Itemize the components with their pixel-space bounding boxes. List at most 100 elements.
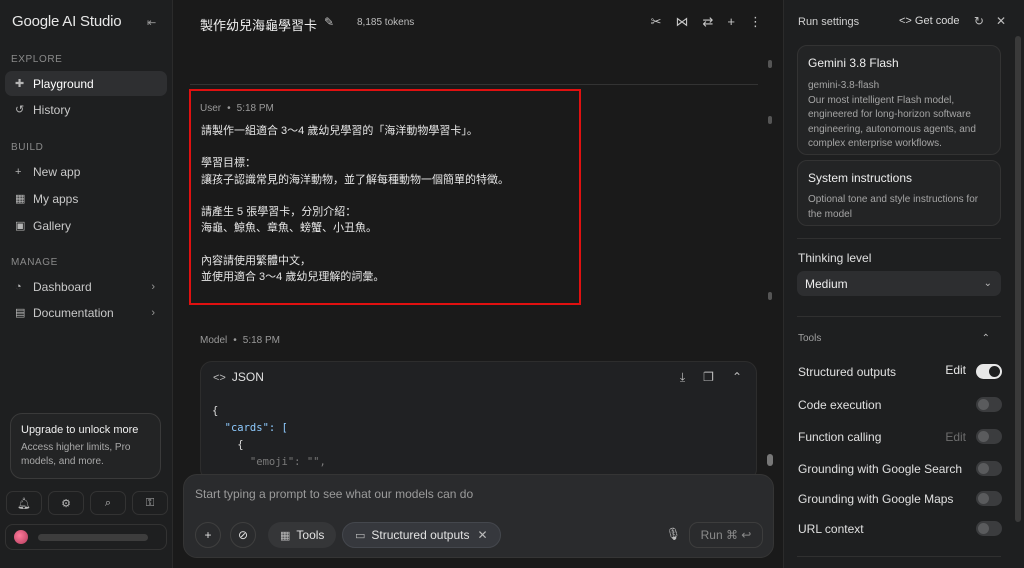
tool-row-code-execution: Code execution	[798, 396, 1002, 414]
conversation-scrollbar[interactable]	[768, 60, 772, 470]
gallery-icon: ▣	[15, 220, 26, 232]
compress-icon[interactable]: ⇄	[703, 14, 714, 30]
upgrade-description: Access higher limits, Pro models, and mo…	[21, 442, 131, 467]
compare-icon[interactable]: ✂	[651, 14, 662, 30]
more-vert-icon[interactable]: ⋮	[749, 14, 762, 30]
account-switcher[interactable]	[5, 524, 167, 550]
share-icon[interactable]: ⋈	[676, 14, 689, 30]
sidebar-item-documentation[interactable]: ▤ Documentation ›	[5, 300, 167, 325]
edit-link[interactable]: Edit	[945, 430, 966, 444]
model-description: gemini-3.8-flash Our most intelligent Fl…	[808, 79, 990, 152]
sidebar-item-new-app[interactable]: + New app	[5, 159, 167, 184]
code-block-actions: ⤓ ❐ ⌃	[680, 370, 742, 385]
code-line: "emoji": "",	[212, 456, 326, 468]
panel-actions: ↻ ✕	[974, 14, 1006, 28]
tool-row-grounding-maps: Grounding with Google Maps	[798, 490, 1002, 508]
sidebar-item-dashboard[interactable]: ◔ Dashboard ›	[5, 274, 167, 299]
tools-label: Tools	[296, 528, 325, 542]
sidebar-item-my-apps[interactable]: ▦ My apps	[5, 186, 167, 211]
download-icon[interactable]: ⤓	[680, 370, 685, 385]
upgrade-card[interactable]: Upgrade to unlock more Access higher lim…	[10, 413, 161, 479]
top-actions: ✂ ⋈ ⇄ + ⋮	[651, 14, 762, 30]
reset-icon[interactable]: ↻	[974, 14, 984, 28]
tools-section-header[interactable]: Tools	[798, 333, 821, 344]
tool-label: Code execution	[798, 398, 882, 412]
sidebar-item-label: New app	[33, 164, 81, 179]
chevron-down-icon: ⌄	[983, 278, 992, 289]
code-line: {	[212, 405, 219, 417]
model-selector-card[interactable]: Gemini 3.8 Flash gemini-3.8-flash Our mo…	[797, 45, 1001, 155]
avatar	[14, 530, 28, 544]
grounding-maps-toggle[interactable]	[976, 491, 1002, 506]
notifications-icon[interactable]: 🔔︎	[6, 491, 42, 515]
run-settings-panel: Run settings <> Get code ↻ ✕ Gemini 3.8 …	[783, 0, 1024, 568]
dashboard-icon: ◔	[15, 280, 22, 293]
sidebar-item-gallery[interactable]: ▣ Gallery	[5, 213, 167, 238]
role-label: Model	[200, 335, 228, 346]
grounding-search-toggle[interactable]	[976, 461, 1002, 476]
code-execution-toggle[interactable]	[976, 397, 1002, 412]
chevron-up-icon[interactable]: ⌃	[732, 370, 742, 385]
search-icon[interactable]: ⌕	[90, 491, 126, 515]
api-key-icon[interactable]: ⚿	[132, 491, 168, 515]
sidebar-item-label: My apps	[33, 191, 79, 206]
sidebar-item-label: Gallery	[33, 218, 72, 233]
chevron-up-icon[interactable]: ⌃	[982, 333, 990, 344]
chevron-right-icon: ›	[151, 280, 155, 293]
microphone-icon[interactable]: 🎙︎	[666, 527, 681, 541]
collapse-sidebar-icon[interactable]: ⇤	[147, 16, 156, 29]
code-icon: <>	[213, 372, 226, 384]
apps-icon: ▦	[15, 193, 26, 205]
hide-thoughts-icon[interactable]: ⊘	[230, 522, 256, 548]
tools-grid-icon: ▦	[280, 529, 291, 542]
page-title[interactable]: 製作幼兒海龜學習卡	[200, 15, 317, 34]
tool-label: URL context	[798, 522, 864, 536]
sidebar-item-label: Documentation	[33, 305, 114, 320]
system-instructions-desc: Optional tone and style instructions for…	[808, 194, 979, 220]
thinking-level-value: Medium	[805, 276, 848, 291]
get-code-button[interactable]: <> Get code	[899, 15, 960, 27]
panel-scrollbar[interactable]	[1015, 36, 1021, 522]
plus-icon: +	[15, 165, 22, 178]
new-chat-plus-icon[interactable]: +	[727, 14, 735, 30]
url-context-toggle[interactable]	[976, 521, 1002, 536]
scroll-thumb[interactable]	[767, 454, 773, 466]
system-instructions-card[interactable]: System instructions Optional tone and st…	[797, 160, 1001, 226]
left-sidebar: Google AI Studio ⇤ EXPLORE ✚ Playground …	[0, 0, 173, 568]
code-content: { "cards": [ { "emoji": "",	[212, 403, 326, 471]
tool-label: Grounding with Google Maps	[798, 492, 954, 506]
chip-label: Structured outputs	[371, 528, 470, 542]
structured-outputs-toggle[interactable]	[976, 364, 1002, 379]
chevron-right-icon: ›	[151, 306, 155, 319]
sidebar-item-label: History	[33, 102, 71, 117]
sidebar-utility-bar: 🔔︎ ⚙ ⌕ ⚿	[6, 491, 168, 515]
divider	[797, 556, 1001, 557]
history-icon: ↺	[15, 104, 25, 116]
structured-outputs-chip[interactable]: ▭ Structured outputs ✕	[342, 522, 501, 548]
add-media-plus-icon[interactable]: +	[195, 522, 221, 548]
close-chip-icon[interactable]: ✕	[477, 528, 487, 542]
app-logo[interactable]: Google AI Studio	[12, 13, 122, 30]
sidebar-item-playground[interactable]: ✚ Playground	[5, 71, 167, 96]
thinking-level-select[interactable]: Medium ⌄	[797, 271, 1001, 296]
close-icon[interactable]: ✕	[996, 14, 1006, 28]
model-id: gemini-3.8-flash	[808, 80, 880, 91]
code-line: "cards": [	[212, 422, 288, 434]
code-block-header: <> JSON	[213, 370, 264, 384]
token-count: 8,185 tokens	[357, 17, 415, 28]
model-turn-header: Model • 5:18 PM	[200, 335, 281, 346]
edit-title-pencil-icon[interactable]: ✎	[324, 15, 334, 29]
run-button[interactable]: Run ⌘ ↩	[689, 522, 763, 548]
tools-button[interactable]: ▦ Tools	[268, 522, 337, 548]
playground-icon: ✚	[15, 78, 25, 90]
code-label: JSON	[231, 370, 264, 384]
highlight-box	[189, 89, 581, 305]
edit-link[interactable]: Edit	[945, 363, 966, 377]
divider	[797, 316, 1001, 317]
sidebar-item-history[interactable]: ↺ History	[5, 97, 167, 122]
settings-gear-icon[interactable]: ⚙	[48, 491, 84, 515]
tool-label: Grounding with Google Search	[798, 462, 963, 476]
function-calling-toggle[interactable]	[976, 429, 1002, 444]
copy-icon[interactable]: ❐	[703, 370, 714, 385]
prompt-input[interactable]: Start typing a prompt to see what our mo…	[195, 487, 473, 501]
